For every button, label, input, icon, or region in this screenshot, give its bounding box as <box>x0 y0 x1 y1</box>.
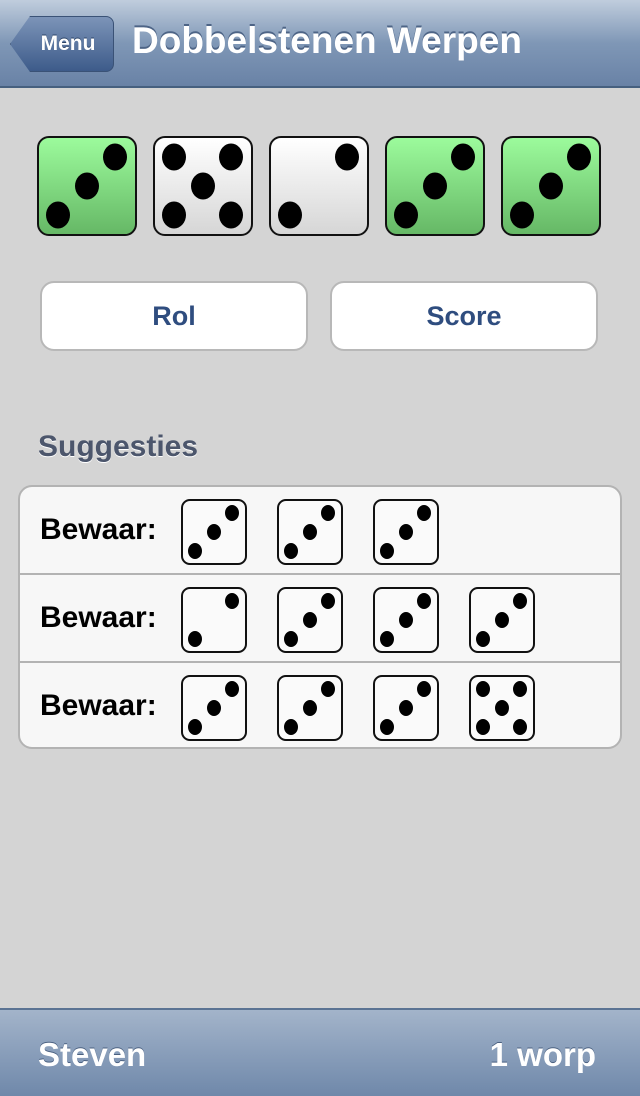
pip <box>278 201 303 229</box>
die-5[interactable] <box>501 136 601 236</box>
pip <box>423 172 447 200</box>
pip <box>75 172 99 200</box>
pip <box>162 143 187 171</box>
pip <box>188 630 203 647</box>
suggestion-row[interactable]: Bewaar: <box>20 487 620 575</box>
pip <box>284 630 299 647</box>
score-button[interactable]: Score <box>330 281 598 351</box>
pip <box>218 201 243 229</box>
pip <box>566 143 591 171</box>
pip <box>162 201 187 229</box>
suggested-die <box>469 675 535 741</box>
suggested-die <box>373 675 439 741</box>
throw-count: 1 worp <box>489 1036 596 1073</box>
pip <box>303 612 317 628</box>
pip <box>207 700 221 716</box>
pip <box>303 700 317 716</box>
pip <box>495 612 509 628</box>
keep-label: Bewaar: <box>40 689 157 722</box>
pip <box>320 681 335 698</box>
pip <box>46 201 71 229</box>
pip <box>495 700 509 716</box>
pip <box>512 593 527 610</box>
pip <box>188 542 203 559</box>
pip <box>450 143 475 171</box>
pip <box>476 630 491 647</box>
player-name: Steven <box>38 1036 147 1073</box>
suggested-die <box>277 587 343 653</box>
roll-button[interactable]: Rol <box>40 281 308 351</box>
pip <box>188 718 203 735</box>
die-1[interactable] <box>37 136 137 236</box>
pip <box>399 612 413 628</box>
pip <box>512 718 527 735</box>
pip <box>224 505 239 522</box>
die-3[interactable] <box>269 136 369 236</box>
suggested-die <box>277 675 343 741</box>
status-bar: Steven 1 worp <box>0 1008 640 1096</box>
pip <box>476 681 491 698</box>
pip <box>380 542 395 559</box>
pip <box>320 593 335 610</box>
suggested-die <box>277 499 343 565</box>
pip <box>191 172 215 200</box>
pip <box>320 505 335 522</box>
navigation-bar: Menu Dobbelstenen Werpen <box>0 0 640 88</box>
suggestions-table: Bewaar: Bewaar: Bewaar: <box>18 485 622 749</box>
pip <box>303 524 317 540</box>
suggested-die <box>181 675 247 741</box>
pip <box>284 542 299 559</box>
pip <box>102 143 127 171</box>
die-2[interactable] <box>153 136 253 236</box>
pip <box>224 681 239 698</box>
pip <box>380 718 395 735</box>
menu-back-button[interactable]: Menu <box>10 16 114 72</box>
pip <box>224 593 239 610</box>
pip <box>218 143 243 171</box>
pip <box>284 718 299 735</box>
pip <box>539 172 563 200</box>
suggested-die <box>181 587 247 653</box>
keep-label: Bewaar: <box>40 513 157 546</box>
suggestion-row[interactable]: Bewaar: <box>20 575 620 663</box>
suggested-die <box>373 499 439 565</box>
pip <box>399 700 413 716</box>
keep-label: Bewaar: <box>40 601 157 634</box>
pip <box>512 681 527 698</box>
die-4[interactable] <box>385 136 485 236</box>
pip <box>207 524 221 540</box>
pip <box>399 524 413 540</box>
suggested-die <box>181 499 247 565</box>
suggestions-heading: Suggesties <box>38 430 199 463</box>
pip <box>334 143 359 171</box>
pip <box>476 718 491 735</box>
suggested-die <box>469 587 535 653</box>
pip <box>510 201 535 229</box>
suggestion-row[interactable]: Bewaar: <box>20 663 620 747</box>
pip <box>416 681 431 698</box>
pip <box>416 505 431 522</box>
pip <box>380 630 395 647</box>
page-title: Dobbelstenen Werpen <box>132 20 522 61</box>
pip <box>416 593 431 610</box>
suggested-die <box>373 587 439 653</box>
pip <box>394 201 419 229</box>
